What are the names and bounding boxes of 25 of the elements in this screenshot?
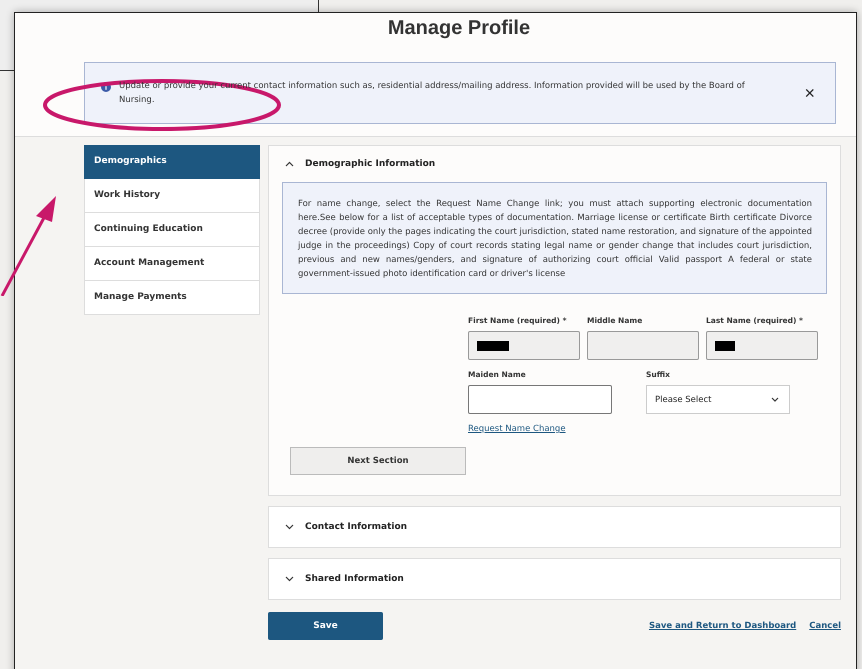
- chevron-icon: [285, 161, 294, 167]
- caret-icon: [771, 397, 779, 402]
- input-field[interactable]: [468, 331, 580, 360]
- action-link[interactable]: Cancel: [809, 621, 841, 631]
- accordion-header[interactable]: Shared Information: [269, 559, 840, 599]
- input-field[interactable]: [587, 331, 699, 360]
- page-title: Manage Profile: [386, 17, 532, 40]
- notice-text: For name change, select the Request Name Change link; you must attach supporting electronic documentation here.See below for a list of acceptable types of documentation. Marriage license or certificate Birth certificate Divorce decree (provide only the pages indicating the court jurisdiction, stated name restoration, and signature of the appointed judge in the proceedings) Copy of court records stating legal name or gender change that includes court jurisdiction, previous and new names/genders, and signature of authorizing court official Valid passport A federal or state government-issued photo identification card or driver's license: [282, 182, 827, 294]
- sidebar-tab[interactable]: Work History: [84, 179, 260, 213]
- sidebar-tab[interactable]: Continuing Education: [84, 213, 260, 247]
- sidebar-tab[interactable]: Account Management: [84, 247, 260, 281]
- input-field[interactable]: [706, 331, 818, 360]
- sidebar-tab[interactable]: Manage Payments: [84, 281, 260, 315]
- next-section-button[interactable]: Next Section: [290, 447, 466, 475]
- accordion-header[interactable]: Demographic Information: [269, 146, 840, 182]
- save-button[interactable]: Save: [268, 612, 383, 640]
- chevron-icon: [285, 524, 294, 530]
- input-field[interactable]: [468, 385, 612, 414]
- suffix-dropdown[interactable]: Please Select: [646, 385, 790, 414]
- action-link[interactable]: Save and Return to Dashboard: [648, 621, 796, 631]
- close-button[interactable]: ×: [798, 82, 821, 104]
- request-name-change-link[interactable]: Request Name Change: [468, 424, 566, 434]
- accordion-header[interactable]: Contact Information: [269, 507, 840, 547]
- sidebar-tab[interactable]: Demographics: [84, 145, 260, 179]
- chevron-icon: [285, 576, 294, 582]
